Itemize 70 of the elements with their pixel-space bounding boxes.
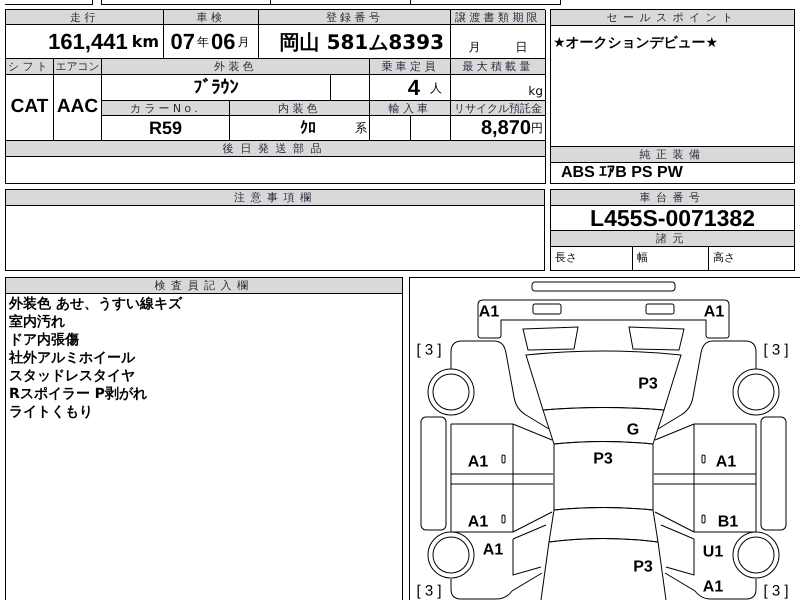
- column-header: 乗車定員: [370, 59, 451, 75]
- column-header: リサイクル預託金: [451, 101, 546, 116]
- unit-label: km: [132, 30, 159, 52]
- field-value: 161,441: [48, 28, 128, 56]
- column-header: 走行: [6, 10, 164, 25]
- unit-label: 月: [468, 39, 480, 56]
- field-value: CAT: [10, 95, 48, 120]
- damage-code: A1: [704, 304, 724, 320]
- column-header: エアコン: [54, 59, 102, 75]
- field-value: 06: [211, 28, 236, 56]
- damage-code: A1: [468, 454, 488, 470]
- column-header: 後日発送部品: [6, 141, 546, 157]
- inspector-note: ライトくもり: [9, 403, 93, 421]
- inspector-note: Rスポイラー P剥がれ: [9, 385, 147, 403]
- damage-code: P3: [638, 376, 658, 392]
- inspector-note: 外装色 あせ、うすい線キズ: [9, 295, 182, 313]
- column-header: 内装色: [230, 101, 370, 116]
- unit-label: 系: [355, 120, 367, 137]
- column-header: カラーNo.: [102, 101, 230, 116]
- field-value: 07: [170, 28, 195, 56]
- field-value: ｸﾛ: [300, 117, 316, 139]
- damage-code: B1: [718, 514, 738, 530]
- tyre-rating: [ 3 ]: [416, 342, 442, 358]
- damage-code: G: [626, 422, 640, 438]
- column-header: 譲渡書類期限: [451, 10, 546, 25]
- field-value: 岡山 581ム8393: [280, 28, 444, 56]
- field-value: 4: [408, 74, 420, 102]
- field-value: AAC: [56, 95, 98, 120]
- unit-label: 人: [430, 80, 442, 96]
- sales-point-text: ★オークションデビュー★: [553, 35, 718, 51]
- tyre-rating: [ 3 ]: [764, 342, 788, 358]
- damage-code: A1: [468, 514, 488, 530]
- column-header: シフト: [6, 59, 54, 75]
- field-value: ﾌﾞﾗｳﾝ: [194, 76, 238, 100]
- tyre-rating: [ 3 ]: [764, 582, 788, 600]
- damage-code: A1: [716, 454, 736, 470]
- field-value: R59: [148, 116, 182, 140]
- column-header: 輸入車: [370, 101, 451, 116]
- inspector-note: ドア内張傷: [9, 331, 79, 349]
- spec-label: 長さ: [555, 250, 577, 266]
- inspector-note: 室内汚れ: [9, 313, 65, 331]
- section-header: セールスポイント: [551, 10, 794, 26]
- equipment-text: ABS ｴｱB PS PW: [561, 163, 683, 182]
- tyre-rating: [ 3 ]: [416, 582, 442, 600]
- unit-label: 日: [516, 39, 528, 56]
- damage-code: P3: [593, 450, 613, 468]
- section-header: 注意事項欄: [6, 190, 544, 206]
- unit-label: kg: [528, 83, 543, 100]
- column-header: 車検: [164, 10, 259, 25]
- field-value: 8,870: [480, 116, 531, 141]
- unit-label: 年: [197, 34, 209, 50]
- damage-code: A1: [482, 542, 504, 558]
- unit-label: 円: [531, 120, 543, 137]
- spec-label: 高さ: [713, 250, 735, 266]
- damage-code: P3: [633, 558, 653, 576]
- section-header: 純正装備: [551, 147, 794, 163]
- column-header: 最大積載量: [451, 59, 546, 75]
- column-header: 登録番号: [259, 10, 451, 25]
- section-header: 車台番号: [551, 190, 794, 206]
- spec-label: 幅: [637, 250, 648, 266]
- inspector-note: 社外アルミホイール: [9, 349, 135, 367]
- damage-code: A1: [478, 304, 500, 320]
- column-header: 外装色: [102, 59, 370, 75]
- chassis-number: L455S-0071382: [590, 206, 755, 230]
- inspector-note: スタッドレスタイヤ: [9, 367, 135, 385]
- section-header: 諸元: [551, 231, 794, 247]
- damage-code: A1: [702, 578, 724, 596]
- damage-code: U1: [702, 544, 724, 560]
- section-header: 検査員記入欄: [6, 278, 402, 294]
- unit-label: 月: [237, 34, 250, 50]
